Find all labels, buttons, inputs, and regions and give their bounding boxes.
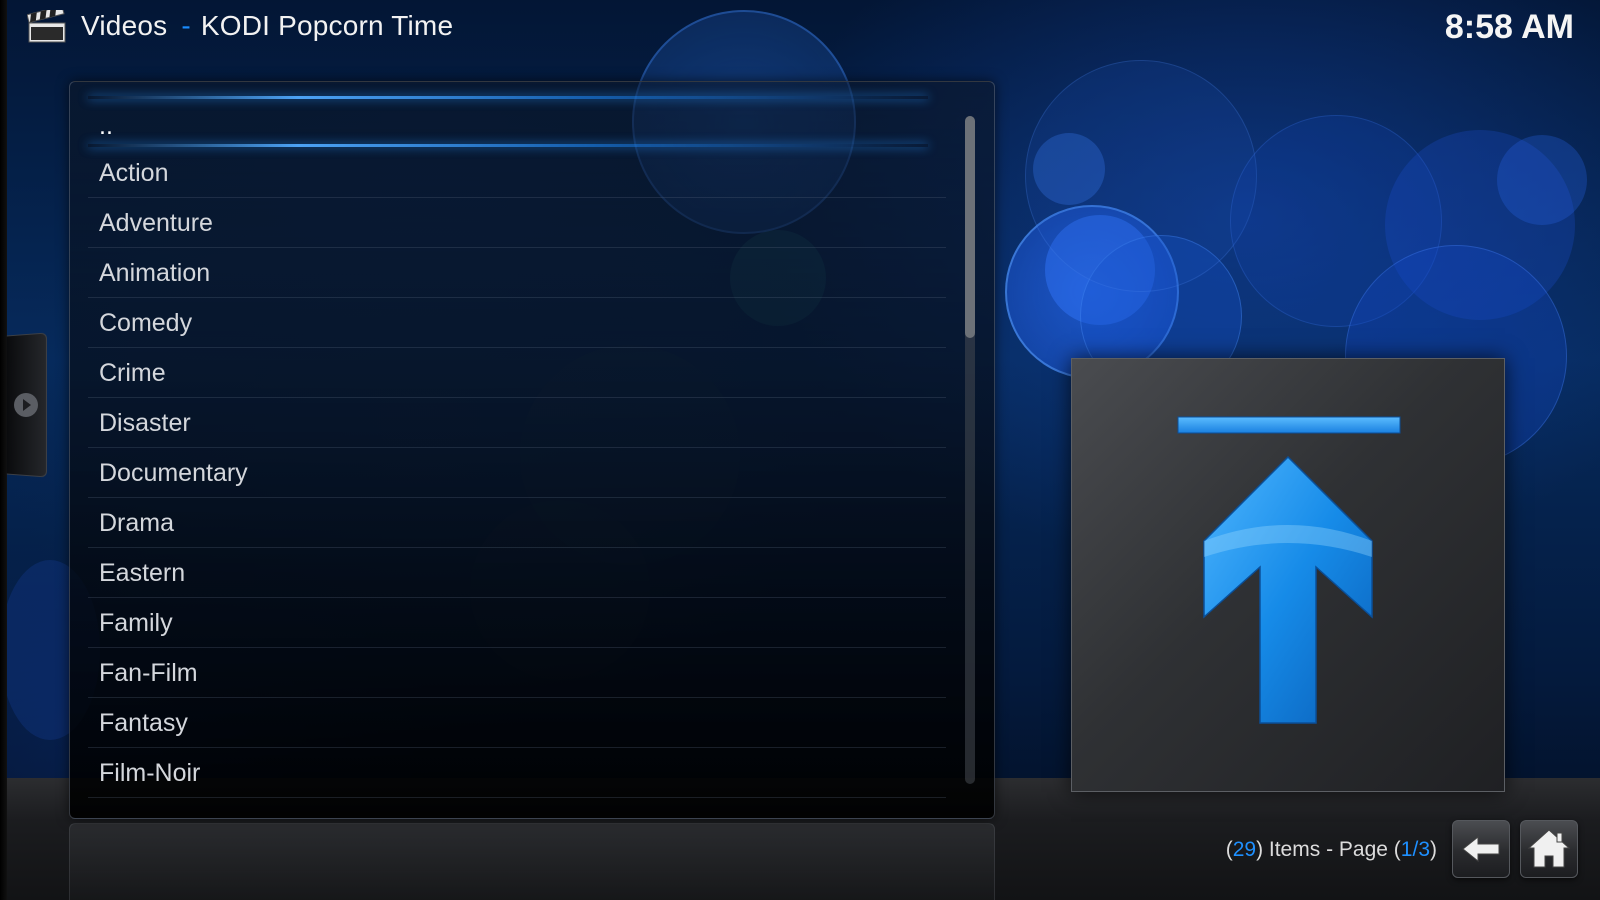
bokeh-circle bbox=[1497, 135, 1587, 225]
focus-highlight-top bbox=[88, 96, 928, 99]
item-count: 29 bbox=[1232, 838, 1257, 861]
list-item-label: Animation bbox=[99, 259, 211, 287]
back-button[interactable] bbox=[1452, 820, 1510, 878]
bokeh-circle bbox=[1033, 133, 1105, 205]
list-item[interactable]: Adventure bbox=[88, 198, 946, 248]
list-item[interactable]: Action bbox=[88, 148, 946, 198]
home-button[interactable] bbox=[1520, 820, 1578, 878]
list-item[interactable]: Eastern bbox=[88, 548, 946, 598]
list-item[interactable]: Family bbox=[88, 598, 946, 648]
list-item-label: Comedy bbox=[99, 309, 193, 337]
list-item[interactable]: Drama bbox=[88, 498, 946, 548]
list-item[interactable]: Comedy bbox=[88, 298, 946, 348]
breadcrumb-addon: KODI Popcorn Time bbox=[200, 10, 454, 41]
page-current: 1 bbox=[1400, 838, 1413, 861]
info-panel bbox=[69, 823, 995, 900]
genre-list-panel: .. Action Adventure Animation Comedy Cri… bbox=[69, 81, 995, 819]
list-item-label: Film-Noir bbox=[99, 759, 201, 787]
list-item[interactable]: Fantasy bbox=[88, 698, 946, 748]
list-item-label: Fan-Film bbox=[99, 659, 198, 687]
clapperboard-icon bbox=[26, 5, 67, 44]
clock: 8:58 AM bbox=[1444, 8, 1574, 46]
list-item[interactable]: Crime bbox=[88, 348, 946, 398]
list-item-label: Adventure bbox=[99, 209, 213, 237]
list-item-label: Crime bbox=[99, 359, 166, 387]
list-item[interactable]: Documentary bbox=[88, 448, 946, 498]
list-item[interactable]: Fan-Film bbox=[88, 648, 946, 698]
back-arrow-icon bbox=[1462, 835, 1500, 863]
focus-highlight-bottom bbox=[88, 144, 928, 147]
list-scrollbar[interactable] bbox=[965, 116, 975, 784]
list-item[interactable]: Film-Noir bbox=[88, 748, 946, 798]
list-item-label: Family bbox=[99, 609, 173, 637]
list-item[interactable]: Disaster bbox=[88, 398, 946, 448]
parent-folder-item[interactable]: .. bbox=[88, 106, 946, 144]
kodi-window: Videos - KODI Popcorn Time 8:58 AM .. Acti… bbox=[0, 0, 1600, 900]
list-item-label: .. bbox=[99, 112, 113, 140]
list-scrollbar-thumb[interactable] bbox=[965, 116, 975, 338]
list-item-label: Action bbox=[99, 159, 169, 187]
list-item-label: Eastern bbox=[99, 559, 186, 587]
list-item[interactable]: Animation bbox=[88, 248, 946, 298]
list-item-label: Documentary bbox=[99, 459, 248, 487]
breadcrumb: Videos - KODI Popcorn Time bbox=[81, 10, 453, 42]
items-page-text: Items - Page bbox=[1268, 838, 1388, 861]
list-item-label: Drama bbox=[99, 509, 175, 537]
home-icon bbox=[1527, 829, 1571, 868]
parent-folder-up-arrow-icon bbox=[1071, 358, 1505, 792]
breadcrumb-section: Videos bbox=[81, 10, 168, 41]
page-info: (29) Items - Page (1/3) bbox=[1225, 838, 1437, 861]
list-item-label: Fantasy bbox=[99, 709, 188, 737]
breadcrumb-separator: - bbox=[181, 10, 191, 41]
side-menu-arrow-icon[interactable] bbox=[14, 393, 38, 417]
page-total: 3 bbox=[1418, 838, 1430, 861]
list-item-label: Disaster bbox=[99, 409, 191, 437]
